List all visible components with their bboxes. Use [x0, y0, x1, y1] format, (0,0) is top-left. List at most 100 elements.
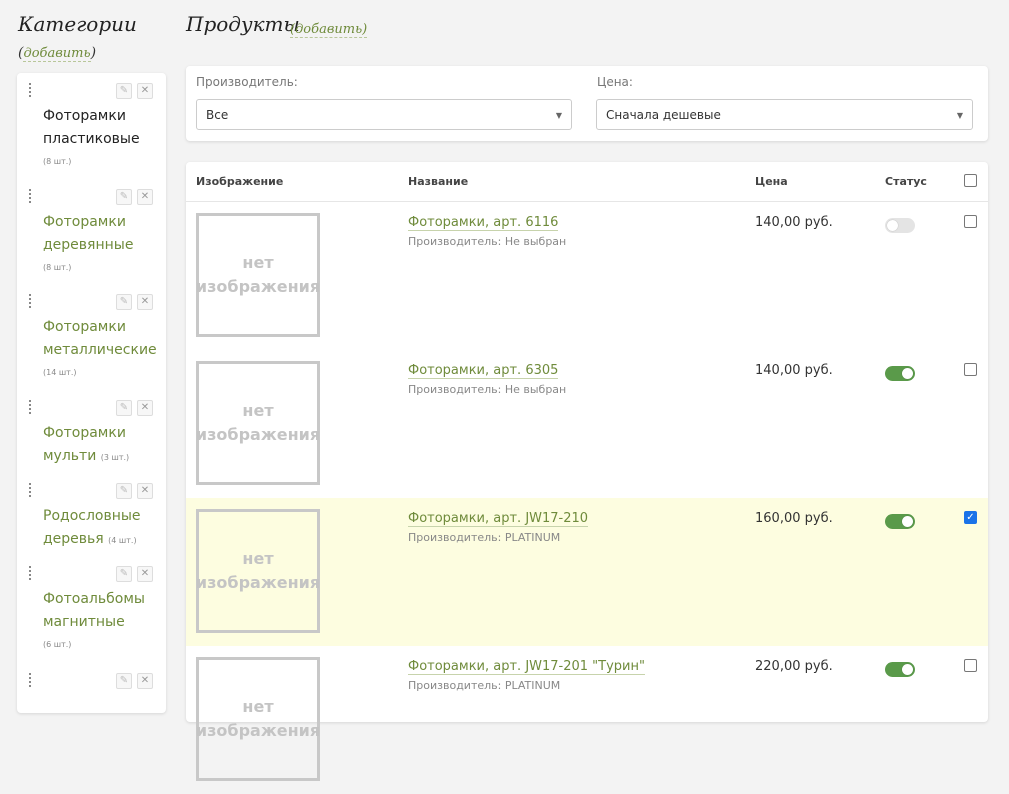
no-image-placeholder: нет изображения — [196, 213, 320, 337]
product-maker: Производитель: PLATINUM — [408, 679, 561, 692]
no-image-text: нет — [242, 253, 274, 272]
drag-handle-icon[interactable] — [28, 83, 32, 97]
pencil-icon[interactable]: ✎ — [116, 189, 132, 205]
product-name-link[interactable]: Фоторамки, арт. 6116 — [408, 215, 559, 231]
category-name-line1: Фоторамки — [43, 108, 126, 124]
row-checkbox[interactable] — [964, 215, 977, 228]
drag-handle-icon[interactable] — [28, 483, 32, 497]
category-count: (8 шт.) — [43, 157, 72, 166]
category-name-line2: деревянные — [43, 237, 134, 253]
category-name[interactable]: Фоторамки мульти (3 шт.) — [43, 422, 165, 469]
col-image-header: Изображение — [196, 175, 284, 188]
categories-panel: ✎ ✕ Фоторамки пластиковые (8 шт.) ✎ ✕ Фот… — [17, 73, 166, 713]
category-name-line2: пластиковые — [43, 131, 140, 147]
price-sort-select[interactable]: Сначала дешевые ▼ — [596, 99, 973, 130]
product-maker: Производитель: Не выбран — [408, 235, 567, 248]
category-count: (4 шт.) — [108, 536, 137, 545]
pencil-icon[interactable]: ✎ — [116, 566, 132, 582]
close-icon[interactable]: ✕ — [137, 189, 153, 205]
close-icon[interactable]: ✕ — [137, 294, 153, 310]
drag-handle-icon[interactable] — [28, 566, 32, 580]
pencil-icon[interactable]: ✎ — [116, 294, 132, 310]
category-name-line1: Фоторамки — [43, 425, 126, 441]
category-name-line1: Фоторамки — [43, 214, 126, 230]
col-name-header: Название — [408, 175, 469, 188]
close-icon[interactable]: ✕ — [137, 83, 153, 99]
category-count: (6 шт.) — [43, 640, 72, 649]
no-image-placeholder: нет изображения — [196, 657, 320, 781]
category-count: (3 шт.) — [100, 453, 130, 462]
row-checkbox[interactable] — [964, 363, 977, 376]
row-checkbox[interactable]: ✓ — [964, 511, 977, 524]
drag-handle-icon[interactable] — [28, 400, 32, 414]
maker-select[interactable]: Все ▼ — [196, 99, 572, 130]
table-row: нет изображения Фоторамки, арт. JW17-210 … — [186, 498, 988, 646]
product-name-link[interactable]: Фоторамки, арт. JW17-210 — [408, 511, 589, 527]
filters-panel: Производитель: Все ▼ Цена: Сначала дешев… — [186, 66, 988, 141]
pencil-icon[interactable]: ✎ — [116, 83, 132, 99]
chevron-down-icon: ▼ — [956, 111, 963, 120]
no-image-text: изображения — [195, 425, 321, 444]
row-checkbox[interactable] — [964, 659, 977, 672]
category-name[interactable]: Фоторамки пластиковые — [43, 105, 165, 151]
products-table: Изображение Название Цена Статус нет изоб… — [186, 162, 988, 781]
category-name-line2: магнитные — [43, 614, 125, 630]
drag-handle-icon[interactable] — [28, 189, 32, 203]
products-title: Продукты — [186, 12, 300, 36]
category-name[interactable]: Фотоальбомы магнитные — [43, 588, 165, 634]
table-row: нет изображения Фоторамки, арт. 6116 Прои… — [186, 202, 988, 350]
close-icon[interactable]: ✕ — [137, 483, 153, 499]
no-image-text: нет — [242, 549, 274, 568]
chevron-down-icon: ▼ — [555, 111, 562, 120]
close-icon[interactable]: ✕ — [137, 673, 153, 689]
category-name[interactable]: Фоторамки металлические — [43, 316, 165, 362]
no-image-placeholder: нет изображения — [196, 509, 320, 633]
maker-select-value: Все — [206, 108, 229, 122]
status-toggle[interactable] — [885, 366, 915, 381]
product-name-link[interactable]: Фоторамки, арт. JW17-201 "Турин" — [408, 659, 645, 675]
category-count: (14 шт.) — [43, 368, 77, 377]
add-category-link[interactable]: добавить — [23, 46, 91, 62]
category-count: (8 шт.) — [43, 263, 72, 272]
add-product-link[interactable]: (добавить) — [290, 22, 368, 38]
product-price: 140,00 руб. — [755, 363, 833, 378]
product-price: 140,00 руб. — [755, 215, 833, 230]
no-image-text: нет — [242, 401, 274, 420]
close-icon[interactable]: ✕ — [137, 566, 153, 582]
product-maker: Производитель: Не выбран — [408, 383, 567, 396]
status-toggle[interactable] — [885, 514, 915, 529]
toggle-knob — [902, 516, 913, 527]
add-category: (добавить) — [18, 45, 97, 62]
category-name[interactable]: Родословные деревья (4 шт.) — [43, 505, 165, 552]
add-category-close-paren: ) — [90, 45, 97, 61]
toggle-knob — [902, 664, 913, 675]
pencil-icon[interactable]: ✎ — [116, 673, 132, 689]
select-all-checkbox[interactable] — [964, 174, 977, 187]
category-name-line1: Родословные — [43, 508, 141, 524]
category-name-line2: деревья — [43, 531, 104, 547]
pencil-icon[interactable]: ✎ — [116, 400, 132, 416]
status-toggle[interactable] — [885, 218, 915, 233]
product-price: 160,00 руб. — [755, 511, 833, 526]
no-image-text: нет — [242, 697, 274, 716]
drag-handle-icon[interactable] — [28, 673, 32, 687]
product-maker: Производитель: PLATINUM — [408, 531, 561, 544]
price-filter-label: Цена: — [597, 75, 633, 89]
product-name-link[interactable]: Фоторамки, арт. 6305 — [408, 363, 559, 379]
category-name-line2: мульти — [43, 448, 97, 464]
pencil-icon[interactable]: ✎ — [116, 483, 132, 499]
drag-handle-icon[interactable] — [28, 294, 32, 308]
price-sort-value: Сначала дешевые — [606, 108, 721, 122]
product-price: 220,00 руб. — [755, 659, 833, 674]
col-price-header: Цена — [755, 175, 788, 188]
category-name[interactable]: Фоторамки деревянные — [43, 211, 165, 257]
add-product: (добавить) — [290, 18, 368, 38]
no-image-placeholder: нет изображения — [196, 361, 320, 485]
no-image-text: изображения — [195, 573, 321, 592]
status-toggle[interactable] — [885, 662, 915, 677]
col-status-header: Статус — [885, 175, 927, 188]
category-name-line2: металлические — [43, 342, 157, 358]
close-icon[interactable]: ✕ — [137, 400, 153, 416]
no-image-text: изображения — [195, 721, 321, 740]
table-row: нет изображения Фоторамки, арт. JW17-201 … — [186, 646, 988, 794]
